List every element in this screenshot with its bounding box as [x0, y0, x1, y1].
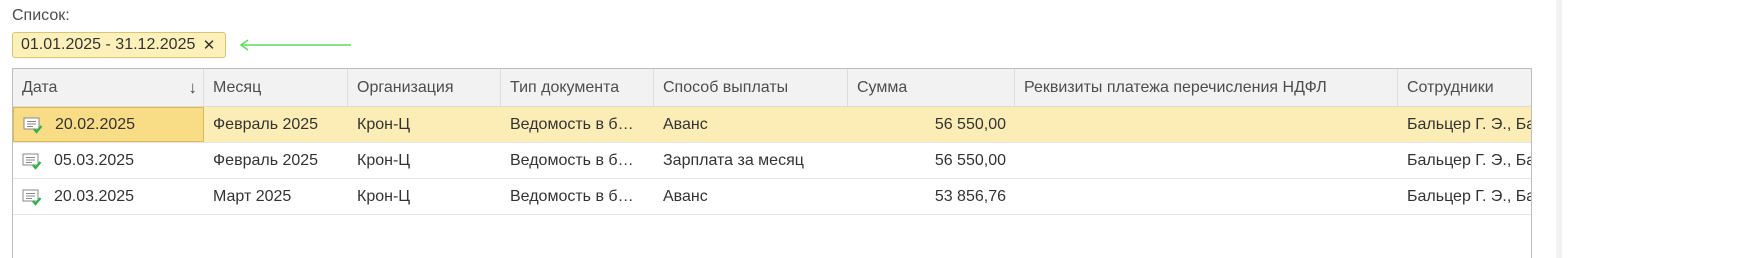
cell-month[interactable]: Февраль 2025: [204, 107, 348, 142]
cell-date[interactable]: 05.03.2025: [13, 143, 204, 178]
cell-ndfl-payment-details[interactable]: [1015, 179, 1398, 214]
column-header-document-type[interactable]: Тип документа: [501, 69, 654, 106]
period-filter-chip[interactable]: 01.01.2025 - 31.12.2025 ✕: [12, 32, 226, 58]
table-row[interactable]: 20.03.2025 Март 2025 Крон-Ц Ведомость в …: [13, 179, 1531, 215]
cell-month[interactable]: Февраль 2025: [204, 143, 348, 178]
cell-payment-method[interactable]: Аванс: [654, 107, 848, 142]
cell-amount[interactable]: 56 550,00: [848, 107, 1015, 142]
cell-month[interactable]: Март 2025: [204, 179, 348, 214]
column-header-label: Дата: [22, 78, 58, 96]
cell-amount[interactable]: 56 550,00: [848, 143, 1015, 178]
period-filter-text: 01.01.2025 - 31.12.2025: [21, 36, 196, 53]
sort-desc-icon[interactable]: ↓: [189, 78, 198, 98]
table-row[interactable]: 05.03.2025 Февраль 2025 Крон-Ц Ведомость…: [13, 143, 1531, 179]
cell-ndfl-payment-details[interactable]: [1015, 107, 1398, 142]
cell-document-type[interactable]: Ведомость в б…: [501, 179, 654, 214]
column-header-employees[interactable]: Сотрудники: [1398, 69, 1531, 106]
cell-employees[interactable]: Бальцер Г. Э., Ба: [1398, 107, 1531, 142]
table-header: Дата ↓ Месяц Организация Тип документа С…: [13, 69, 1531, 107]
cell-date[interactable]: 20.03.2025: [13, 179, 204, 214]
cell-payment-method[interactable]: Аванс: [654, 179, 848, 214]
cell-organization[interactable]: Крон-Ц: [348, 143, 501, 178]
annotation-arrow-icon: [239, 39, 351, 51]
close-icon[interactable]: ✕: [201, 37, 217, 54]
cell-date[interactable]: 20.02.2025: [13, 107, 204, 142]
list-label: Список:: [12, 7, 70, 24]
document-list-page: Список: 01.01.2025 - 31.12.2025 ✕ Дата ↓…: [0, 0, 1763, 258]
column-header-ndfl-payment-details[interactable]: Реквизиты платежа перечисления НДФЛ: [1015, 69, 1398, 106]
posted-document-icon: [22, 153, 42, 170]
cell-amount[interactable]: 53 856,76: [848, 179, 1015, 214]
cell-employees[interactable]: Бальцер Г. Э., Ба: [1398, 143, 1531, 178]
cell-employees[interactable]: Бальцер Г. Э., Ба: [1398, 179, 1531, 214]
column-header-organization[interactable]: Организация: [348, 69, 501, 106]
cell-payment-method[interactable]: Зарплата за месяц: [654, 143, 848, 178]
posted-document-icon: [22, 189, 42, 206]
cell-document-type[interactable]: Ведомость в б…: [501, 143, 654, 178]
cell-ndfl-payment-details[interactable]: [1015, 143, 1398, 178]
documents-table: Дата ↓ Месяц Организация Тип документа С…: [12, 68, 1532, 258]
cell-organization[interactable]: Крон-Ц: [348, 107, 501, 142]
column-header-payment-method[interactable]: Способ выплаты: [654, 69, 848, 106]
vertical-scrollbar[interactable]: [1556, 0, 1562, 258]
cell-date-text: 05.03.2025: [54, 151, 135, 169]
column-header-amount[interactable]: Сумма: [848, 69, 1015, 106]
cell-date-text: 20.03.2025: [54, 187, 135, 205]
column-header-date[interactable]: Дата ↓: [13, 69, 204, 106]
cell-organization[interactable]: Крон-Ц: [348, 179, 501, 214]
column-header-month[interactable]: Месяц: [204, 69, 348, 106]
table-row[interactable]: 20.02.2025 Февраль 2025 Крон-Ц Ведомость…: [13, 107, 1531, 143]
cell-document-type[interactable]: Ведомость в б…: [501, 107, 654, 142]
posted-document-icon: [23, 117, 43, 134]
cell-date-text: 20.02.2025: [55, 115, 136, 133]
